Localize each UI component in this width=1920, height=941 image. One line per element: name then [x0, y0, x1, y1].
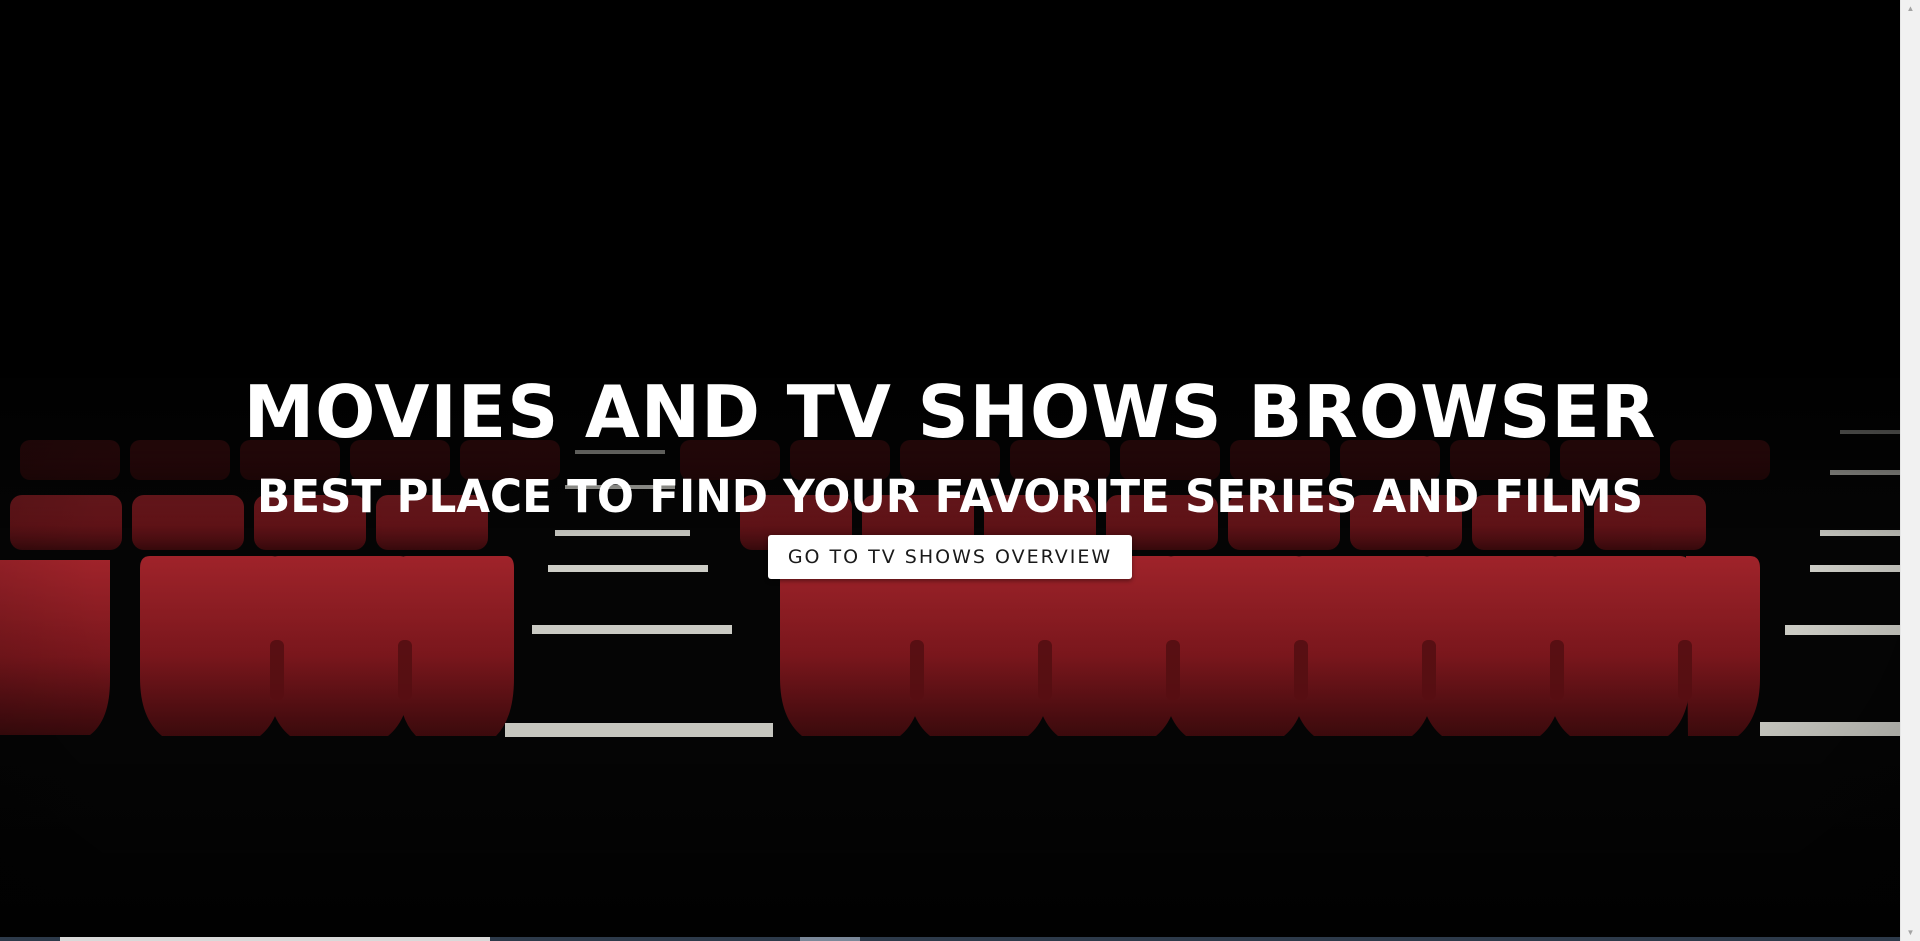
taskbar-strip	[0, 937, 1900, 941]
vertical-scrollbar[interactable]: ▲ ▼	[1900, 0, 1920, 941]
go-to-tv-shows-button[interactable]: GO TO TV SHOWS OVERVIEW	[767, 535, 1133, 579]
page-viewport: MOVIES AND TV SHOWS BROWSER BEST PLACE T…	[0, 0, 1900, 941]
hero-title: MOVIES AND TV SHOWS BROWSER	[243, 370, 1657, 454]
taskbar-segment	[60, 937, 490, 941]
hero-subtitle: BEST PLACE TO FIND YOUR FAVORITE SERIES …	[256, 470, 1644, 523]
scroll-thumb[interactable]	[1904, 17, 1916, 924]
hero-section: MOVIES AND TV SHOWS BROWSER BEST PLACE T…	[0, 364, 1900, 579]
chevron-up-icon[interactable]: ▲	[1901, 0, 1920, 17]
taskbar-segment	[800, 937, 860, 941]
chevron-down-icon[interactable]: ▼	[1901, 924, 1920, 941]
